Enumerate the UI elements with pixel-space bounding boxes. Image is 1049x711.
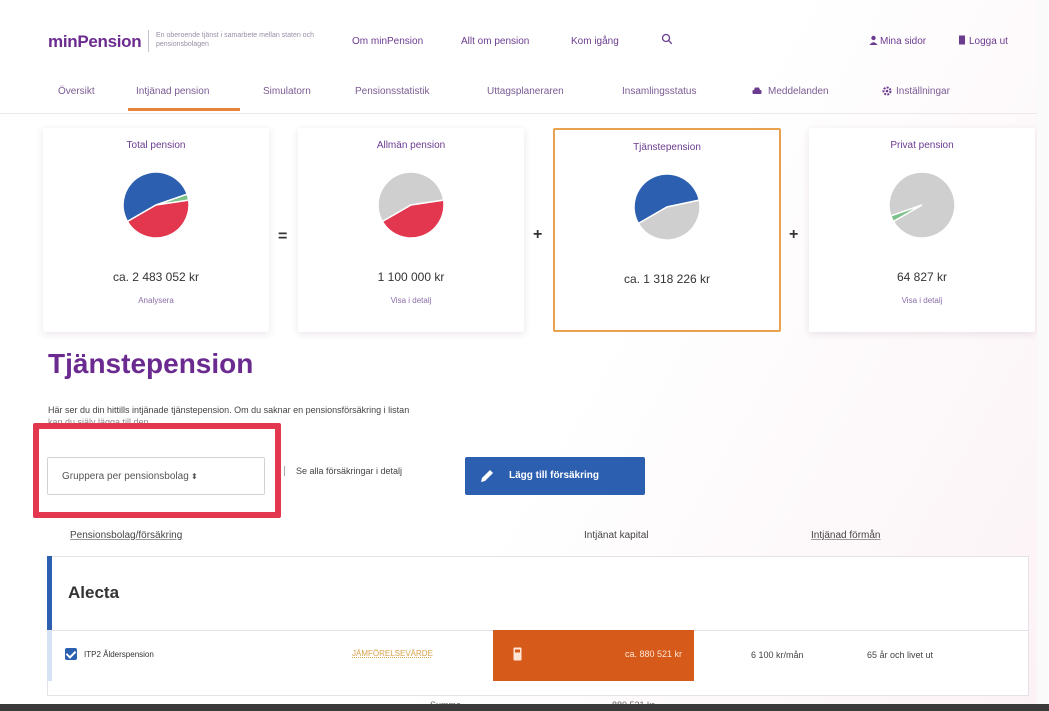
pie-chart	[122, 171, 190, 239]
detail-label[interactable]: Se alla försäkringar i detalj	[296, 466, 402, 476]
tab-installningar[interactable]: Inställningar	[896, 86, 950, 97]
pie-chart	[888, 171, 956, 239]
column-header-company[interactable]: Pensionsbolag/försäkring	[70, 530, 182, 541]
intro-line: Här ser du din hittills intjänade tjänst…	[48, 405, 410, 415]
plus-operator: +	[789, 226, 799, 243]
tab-simulatorn[interactable]: Simulatorn	[263, 86, 311, 97]
fuel-icon	[513, 647, 522, 661]
tagline: En oberoende tjänst i samarbete mellan s…	[156, 32, 314, 48]
tab-uttagsplaneraren[interactable]: Uttagsplaneraren	[487, 86, 564, 97]
equals-operator: =	[278, 228, 288, 245]
tab-insamlingsstatus[interactable]: Insamlingsstatus	[622, 86, 696, 97]
insurance-name[interactable]: ITP2 Ålderspension	[84, 650, 154, 659]
card-amount: ca. 1 318 226 kr	[623, 272, 711, 286]
benefit-value: 6 100 kr/mån	[751, 650, 804, 660]
add-insurance-button[interactable]: Lägg till försäkring	[465, 457, 645, 495]
logout-link[interactable]: Logga ut	[969, 36, 1008, 47]
tab-meddelanden[interactable]: Meddelanden	[768, 86, 829, 97]
card-privat-pension[interactable]: Privat pension 64 827 kr Visa i detalj	[809, 128, 1035, 332]
car-icon	[752, 87, 762, 94]
plus-operator: +	[533, 226, 543, 243]
card-amount: ca. 2 483 052 kr	[112, 270, 200, 284]
my-pages-link[interactable]: Mina sidor	[880, 36, 926, 47]
detail-checkbox[interactable]	[284, 466, 292, 476]
highlight-box	[33, 423, 281, 518]
pencil-icon	[481, 470, 493, 482]
card-title: Total pension	[126, 140, 186, 151]
pie-slice-grey	[888, 171, 956, 239]
column-header-capital: Intjänat kapital	[584, 530, 649, 541]
card-link-analysera[interactable]: Analysera	[43, 296, 269, 305]
card-title: Privat pension	[890, 140, 954, 151]
search-icon[interactable]	[661, 33, 673, 45]
capital-value: ca. 880 521 kr	[624, 649, 682, 659]
page: minPension En oberoende tjänst i samarbe…	[0, 0, 1049, 711]
pie-chart	[377, 171, 445, 239]
row-accent-bar	[47, 631, 52, 681]
gear-icon	[882, 86, 892, 96]
page-title: Tjänstepension	[48, 348, 254, 379]
company-name: Alecta	[68, 583, 120, 602]
active-tab-indicator	[128, 108, 240, 111]
topnav-allt-om-pension[interactable]: Allt om pension	[461, 36, 529, 47]
company-accent-bar	[47, 556, 52, 630]
window-shadow	[0, 704, 1049, 711]
logo[interactable]: minPension	[48, 32, 142, 52]
card-title: Tjänstepension	[633, 142, 701, 153]
tab-pensionsstatistik[interactable]: Pensionsstatistik	[355, 86, 429, 97]
topnav-kom-igang[interactable]: Kom igång	[571, 36, 619, 47]
card-link-visa-detalj[interactable]: Visa i detalj	[809, 296, 1035, 305]
add-insurance-label: Lägg till försäkring	[509, 470, 600, 481]
card-link-visa-detalj[interactable]: Visa i detalj	[298, 296, 524, 305]
window-edge	[1037, 0, 1049, 711]
card-amount: 1 100 000 kr	[377, 270, 445, 284]
capital-cell: ca. 880 521 kr	[493, 630, 694, 681]
user-icon	[869, 35, 878, 45]
card-allman-pension[interactable]: Allmän pension 1 100 000 kr Visa i detal…	[298, 128, 524, 332]
benefit-age: 65 år och livet ut	[867, 650, 934, 660]
topnav-om-minpension[interactable]: Om minPension	[352, 36, 423, 47]
pie-chart	[633, 173, 701, 241]
card-title: Allmän pension	[376, 140, 446, 151]
column-header-benefit[interactable]: Intjänad förmån	[811, 530, 881, 541]
logout-icon	[959, 35, 965, 45]
card-tjanstepension[interactable]: Tjänstepension ca. 1 318 226 kr	[553, 128, 781, 332]
logo-divider	[148, 30, 149, 52]
card-total-pension[interactable]: Total pension ca. 2 483 052 kr Analysera	[43, 128, 269, 332]
tab-oversikt[interactable]: Översikt	[58, 86, 95, 97]
tab-intjanad-pension[interactable]: Intjänad pension	[136, 86, 209, 97]
card-amount: 64 827 kr	[896, 270, 948, 284]
comparison-value-tag[interactable]: JÄMFÖRELSEVÄRDE	[352, 649, 433, 658]
row-checkbox[interactable]	[65, 648, 77, 660]
